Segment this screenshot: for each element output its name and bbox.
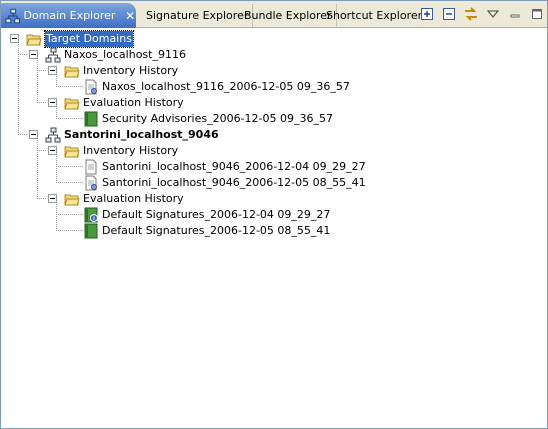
open-folder-icon — [64, 66, 80, 78]
tree-node-label: Inventory History — [83, 64, 179, 77]
tree-node-evaluation-history[interactable]: Evaluation History — [64, 95, 184, 111]
tree-connector — [37, 55, 38, 103]
network-icon — [45, 127, 61, 143]
tree-node-label: Evaluation History — [83, 192, 184, 205]
tree-connector — [56, 86, 83, 87]
tree-node-label: Target Domains — [44, 30, 134, 48]
link-with-editor-icon — [465, 7, 477, 21]
tree-node-evaluation-result[interactable]: Default Signatures_2006-12-04 09_29_27 — [83, 207, 330, 223]
minimize-icon — [510, 14, 520, 18]
tree-connector — [37, 70, 46, 71]
tree-node-evaluation-history[interactable]: Evaluation History — [64, 191, 184, 207]
link-with-editor-button[interactable] — [461, 4, 481, 24]
tree-node-inventory-history[interactable]: Inventory History — [64, 63, 178, 79]
tree-node-inventory-snapshot[interactable]: Santorini_localhost_9046_2006-12-04 09_2… — [83, 159, 366, 175]
document-icon — [85, 175, 97, 191]
tree-node-domain[interactable]: Naxos_localhost_9116 — [45, 47, 186, 63]
tree-connector — [18, 54, 27, 55]
document-icon — [85, 79, 97, 95]
expand-all-button[interactable] — [417, 4, 437, 24]
collapse-all-button[interactable] — [439, 4, 459, 24]
tree-connector — [56, 182, 83, 183]
maximize-icon — [532, 9, 542, 19]
network-icon — [45, 47, 61, 63]
tree-node-target-domains[interactable]: Target Domains — [26, 30, 134, 48]
tab-shortcut-explorer[interactable]: Shortcut Explorer — [322, 4, 426, 27]
tab-label: Domain Explorer — [23, 9, 116, 22]
view-menu-icon — [487, 10, 499, 18]
open-folder-icon — [26, 34, 42, 46]
expand-all-icon — [421, 8, 433, 20]
tree-node-evaluation-result[interactable]: Default Signatures_2006-12-05 08_55_41 — [83, 223, 330, 239]
tab-domain-explorer[interactable]: Domain Explorer ✕ — [1, 3, 136, 28]
view-toolbar — [415, 4, 547, 24]
tree-connector — [56, 230, 83, 231]
tree-node-label: Naxos_localhost_9116 — [64, 48, 186, 61]
tree-node-inventory-history[interactable]: Inventory History — [64, 143, 178, 159]
domain-explorer-view: Domain Explorer ✕ Signature Explorer Bun… — [0, 0, 548, 429]
domain-tree: Target Domains Naxos_localhost_9116 Inve… — [1, 28, 547, 428]
tree-node-label: Security Advisories_2006-12-05 09_36_57 — [102, 112, 333, 125]
collapse-toggle[interactable] — [48, 146, 57, 155]
tree-node-label: Inventory History — [83, 144, 179, 157]
open-folder-icon — [64, 146, 80, 158]
view-menu-button[interactable] — [483, 4, 503, 24]
collapse-all-icon — [443, 8, 455, 20]
tree-connector — [37, 150, 46, 151]
tree-node-label: Naxos_localhost_9116_2006-12-05 09_36_57 — [102, 80, 350, 93]
open-folder-icon — [64, 98, 80, 110]
tree-connector — [56, 118, 83, 119]
tree-node-label: Default Signatures_2006-12-04 09_29_27 — [102, 208, 331, 221]
green-book-icon — [84, 111, 98, 127]
tree-node-inventory-snapshot[interactable]: Naxos_localhost_9116_2006-12-05 09_36_57 — [83, 79, 350, 95]
document-icon — [85, 159, 97, 175]
tree-node-label: Evaluation History — [83, 96, 184, 109]
tree-connector — [56, 151, 57, 183]
collapse-toggle[interactable] — [48, 66, 57, 75]
tree-connector — [56, 214, 83, 215]
tree-node-label: Default Signatures_2006-12-05 08_55_41 — [102, 224, 331, 237]
collapse-toggle[interactable] — [29, 130, 38, 139]
tab-signature-explorer[interactable]: Signature Explorer — [142, 4, 254, 27]
collapse-toggle[interactable] — [48, 194, 57, 203]
tab-label: Bundle Explorer — [244, 9, 332, 22]
tree-connector — [37, 102, 46, 103]
collapse-toggle[interactable] — [48, 98, 57, 107]
green-book-icon — [84, 223, 98, 239]
tree-connector — [56, 166, 83, 167]
maximize-button[interactable] — [527, 4, 547, 24]
collapse-toggle[interactable] — [29, 50, 38, 59]
tree-connector — [37, 135, 38, 199]
tree-connector — [37, 198, 46, 199]
green-book-info-icon — [84, 207, 98, 223]
tree-node-evaluation-result[interactable]: Security Advisories_2006-12-05 09_36_57 — [83, 111, 333, 127]
collapse-toggle[interactable] — [10, 34, 19, 43]
tree-connector — [56, 199, 57, 231]
tree-connector — [18, 134, 27, 135]
tab-label: Signature Explorer — [146, 9, 249, 22]
tree-node-inventory-snapshot[interactable]: Santorini_localhost_9046_2006-12-05 08_5… — [83, 175, 366, 191]
tree-node-label: Santorini_localhost_9046_2006-12-05 08_5… — [102, 176, 366, 189]
tree-node-label: Santorini_localhost_9046 — [64, 128, 219, 141]
close-icon[interactable]: ✕ — [124, 9, 136, 23]
network-icon — [5, 8, 20, 23]
open-folder-icon — [64, 194, 80, 206]
tab-label: Shortcut Explorer — [326, 9, 423, 22]
view-tab-bar: Domain Explorer ✕ Signature Explorer Bun… — [1, 1, 547, 28]
tree-node-label: Santorini_localhost_9046_2006-12-04 09_2… — [102, 160, 366, 173]
minimize-button[interactable] — [505, 4, 525, 24]
tree-node-domain[interactable]: Santorini_localhost_9046 — [45, 127, 219, 143]
